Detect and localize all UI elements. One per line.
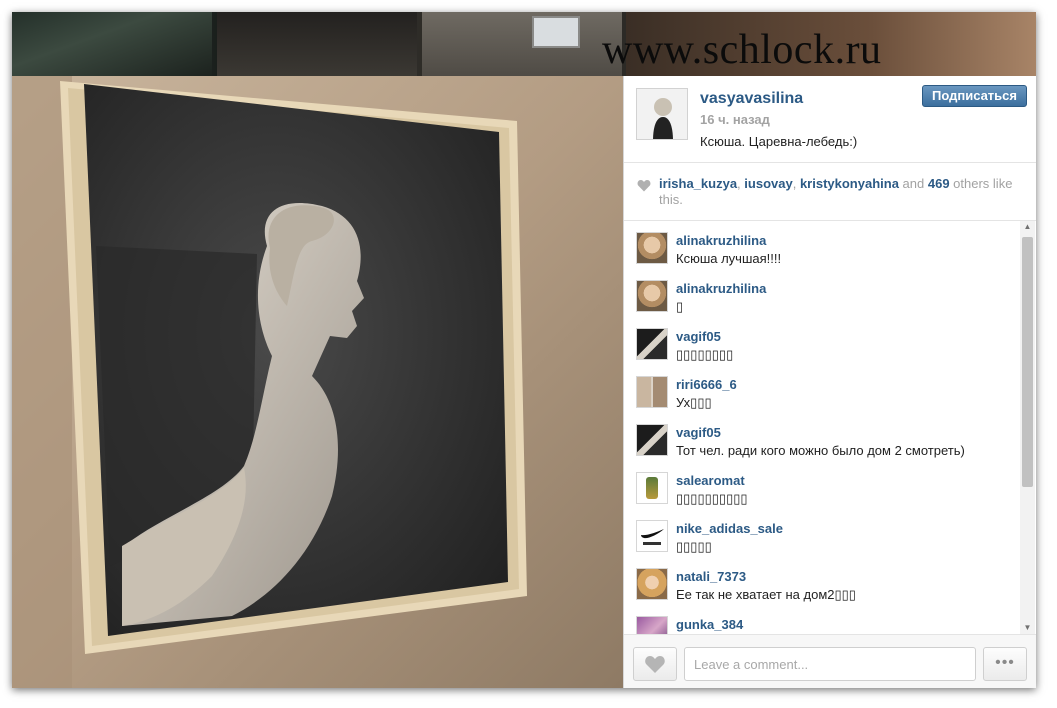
owner-avatar[interactable] — [636, 88, 688, 140]
comment-footer: ••• — [624, 634, 1036, 688]
comment-item: riri6666_6 Ух▯▯▯ — [624, 365, 1019, 413]
comment-input[interactable] — [684, 647, 976, 681]
commenter-avatar[interactable] — [636, 328, 668, 360]
like-button[interactable] — [633, 647, 677, 681]
background-page-strip: www.schlock.ru — [12, 12, 1036, 76]
comment-item: vagif05 ▯▯▯▯▯▯▯▯ — [624, 317, 1019, 365]
comment-text: ▯ — [676, 299, 684, 314]
commenter-avatar[interactable] — [636, 424, 668, 456]
comments-scrollbar[interactable]: ▲ ▼ — [1020, 221, 1035, 634]
comment-item: nike_adidas_sale ▯▯▯▯▯ — [624, 509, 1019, 557]
comment-item: gunka_384 — [624, 605, 1019, 634]
scroll-down-icon[interactable]: ▼ — [1020, 622, 1035, 634]
post-caption: Ксюша. Царевна-лебедь:) — [700, 134, 858, 149]
likes-count[interactable]: 469 — [928, 176, 950, 191]
comment-username[interactable]: vagif05 — [676, 425, 721, 440]
comment-item: alinakruzhilina Ксюша лучшая!!!! — [624, 221, 1019, 269]
owner-username[interactable]: vasyavasilina — [700, 90, 803, 108]
comment-text: ▯▯▯▯▯ — [676, 539, 712, 554]
comment-username[interactable]: alinakruzhilina — [676, 233, 766, 248]
comment-username[interactable]: natali_7373 — [676, 569, 746, 584]
commenter-avatar[interactable] — [636, 568, 668, 600]
comment-list[interactable]: alinakruzhilina Ксюша лучшая!!!! alinakr… — [624, 221, 1036, 634]
brand-logo-icon — [637, 521, 667, 551]
comment-text: ▯▯▯▯▯▯▯▯▯▯ — [676, 491, 748, 506]
post-sidebar: vasyavasilina 16 ч. назад Ксюша. Царевна… — [623, 76, 1036, 688]
liker-link[interactable]: irisha_kuzya — [659, 176, 737, 191]
likes-text: irisha_kuzya, iusovay, kristykonyahina a… — [659, 176, 1029, 208]
commenter-avatar[interactable] — [636, 232, 668, 264]
liker-link[interactable]: kristykonyahina — [800, 176, 899, 191]
likes-summary: irisha_kuzya, iusovay, kristykonyahina a… — [624, 163, 1036, 221]
commenter-avatar[interactable] — [636, 280, 668, 312]
liker-link[interactable]: iusovay — [744, 176, 792, 191]
heart-icon — [645, 656, 665, 673]
instagram-photo-window: www.schlock.ru vasyavasilina 16 ч. назад… — [12, 12, 1036, 688]
watermark: www.schlock.ru — [602, 27, 882, 73]
follow-button[interactable]: Подписаться — [922, 85, 1027, 107]
commenter-avatar[interactable] — [636, 616, 668, 634]
comment-username[interactable]: riri6666_6 — [676, 377, 737, 392]
comment-username[interactable]: nike_adidas_sale — [676, 521, 783, 536]
comment-text: Ксюша лучшая!!!! — [676, 251, 782, 266]
background-photo-3 — [422, 12, 622, 76]
comment-item: vagif05 Тот чел. ради кого можно было до… — [624, 413, 1019, 461]
more-options-button[interactable]: ••• — [983, 647, 1027, 681]
background-photo-1 — [12, 12, 212, 76]
commenter-avatar[interactable] — [636, 472, 668, 504]
framed-portrait-image — [12, 76, 623, 688]
heart-icon — [637, 179, 651, 197]
ellipsis-icon: ••• — [995, 654, 1015, 671]
post-photo — [12, 76, 623, 688]
comment-username[interactable]: vagif05 — [676, 329, 721, 344]
comment-item: alinakruzhilina ▯ — [624, 269, 1019, 317]
comment-text: ▯▯▯▯▯▯▯▯ — [676, 347, 734, 362]
likes-and: and — [898, 176, 928, 191]
commenter-avatar[interactable] — [636, 376, 668, 408]
comment-text: Ее так не хватает на дом2▯▯▯ — [676, 587, 856, 602]
background-photo-2 — [217, 12, 417, 76]
comment-username[interactable]: salearomat — [676, 473, 745, 488]
comment-username[interactable]: alinakruzhilina — [676, 281, 766, 296]
post-header: vasyavasilina 16 ч. назад Ксюша. Царевна… — [624, 76, 1036, 163]
scroll-up-icon[interactable]: ▲ — [1020, 221, 1035, 233]
commenter-avatar[interactable] — [636, 520, 668, 552]
comment-item: natali_7373 Ее так не хватает на дом2▯▯▯ — [624, 557, 1019, 605]
post-timestamp[interactable]: 16 ч. назад — [700, 112, 770, 127]
comment-text: Ух▯▯▯ — [676, 395, 712, 410]
comment-item: salearomat ▯▯▯▯▯▯▯▯▯▯ — [624, 461, 1019, 509]
owner-avatar-image — [637, 89, 687, 139]
comment-username[interactable]: gunka_384 — [676, 617, 743, 632]
comment-text: Тот чел. ради кого можно было дом 2 смот… — [676, 443, 965, 458]
likes-separator: , — [792, 176, 800, 191]
scrollbar-thumb[interactable] — [1022, 237, 1033, 487]
